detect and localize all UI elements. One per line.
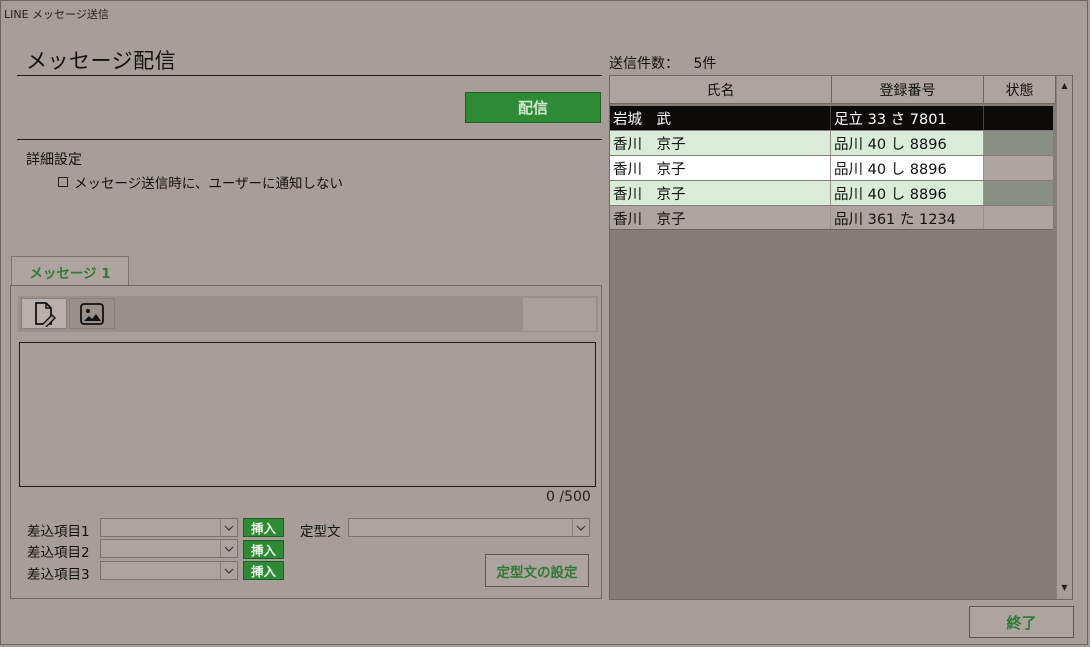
send-count: 送信件数： 5件 <box>609 53 716 73</box>
cell-name: 香川 京子 <box>610 131 831 155</box>
silent-notification-checkbox[interactable] <box>58 177 68 187</box>
template-settings-button[interactable]: 定型文の設定 <box>485 554 589 587</box>
insert-field-1-label: 差込項目1 <box>27 524 90 540</box>
message-textarea[interactable] <box>19 342 596 487</box>
close-button[interactable]: 終了 <box>969 606 1074 638</box>
table-row[interactable]: 岩城 武 足立 33 さ 7801 <box>610 106 1053 130</box>
silent-notification-option[interactable]: メッセージ送信時に、ユーザーに通知しない <box>58 172 343 192</box>
insert-field-3-label: 差込項目3 <box>27 567 90 583</box>
scroll-down-icon[interactable]: ▼ <box>1057 580 1072 595</box>
scroll-up-icon[interactable]: ▲ <box>1057 78 1072 93</box>
tab-message-1[interactable]: メッセージ 1 <box>11 256 129 286</box>
text-mode-button[interactable] <box>21 298 67 329</box>
insert-field-1-button[interactable]: 挿入 <box>243 518 284 537</box>
template-label: 定型文 <box>300 524 341 540</box>
cell-name: 岩城 武 <box>610 106 831 130</box>
image-mode-button[interactable] <box>69 298 115 329</box>
insert-field-2-label: 差込項目2 <box>27 545 90 561</box>
cell-status <box>984 206 1053 230</box>
template-select[interactable] <box>348 518 590 537</box>
cell-status <box>984 131 1053 155</box>
document-edit-icon <box>35 301 56 327</box>
cell-reg: 品川 40 し 8896 <box>831 156 984 180</box>
page-title: メッセージ配信 <box>26 49 177 73</box>
table-row[interactable]: 香川 京子 品川 40 し 8896 <box>610 131 1053 155</box>
insert-field-2-button[interactable]: 挿入 <box>243 540 284 559</box>
column-header-name[interactable]: 氏名 <box>610 76 832 104</box>
cell-status <box>984 156 1053 180</box>
cell-name: 香川 京子 <box>610 156 831 180</box>
window-title: LINE メッセージ送信 <box>4 8 109 21</box>
divider <box>17 75 602 76</box>
send-count-label: 送信件数： <box>609 56 679 72</box>
insert-field-1-select[interactable] <box>100 518 238 537</box>
cell-reg: 品川 361 た 1234 <box>831 206 984 230</box>
toolbar-spacer <box>523 298 596 331</box>
insert-field-3-select[interactable] <box>100 561 238 580</box>
image-icon <box>80 302 104 325</box>
cell-name: 香川 京子 <box>610 181 831 205</box>
divider <box>17 139 602 140</box>
chevron-down-icon <box>224 568 234 574</box>
chevron-down-icon <box>224 546 234 552</box>
insert-field-3-button[interactable]: 挿入 <box>243 561 284 580</box>
silent-notification-label: メッセージ送信時に、ユーザーに通知しない <box>74 176 344 192</box>
cell-status <box>984 181 1053 205</box>
cell-status <box>984 106 1053 130</box>
chevron-down-icon <box>576 525 586 531</box>
table-row[interactable]: 香川 京子 品川 361 た 1234 <box>610 206 1053 230</box>
character-counter: 0 /500 <box>546 489 591 505</box>
send-count-value: 5件 <box>693 56 717 72</box>
table-row[interactable]: 香川 京子 品川 40 し 8896 <box>610 156 1053 180</box>
row-divider <box>610 229 1053 230</box>
column-header-status[interactable]: 状態 <box>984 76 1056 104</box>
details-label: 詳細設定 <box>26 152 82 168</box>
cell-reg: 品川 40 し 8896 <box>831 181 984 205</box>
send-button[interactable]: 配信 <box>465 92 601 123</box>
cell-reg: 足立 33 さ 7801 <box>831 106 984 130</box>
chevron-down-icon <box>224 525 234 531</box>
insert-field-2-select[interactable] <box>100 539 238 558</box>
table-row[interactable]: 香川 京子 品川 40 し 8896 <box>610 181 1053 205</box>
cell-reg: 品川 40 し 8896 <box>831 131 984 155</box>
cell-name: 香川 京子 <box>610 206 831 230</box>
grid-scrollbar[interactable]: ▲ ▼ <box>1056 76 1072 599</box>
column-header-reg[interactable]: 登録番号 <box>832 76 984 104</box>
